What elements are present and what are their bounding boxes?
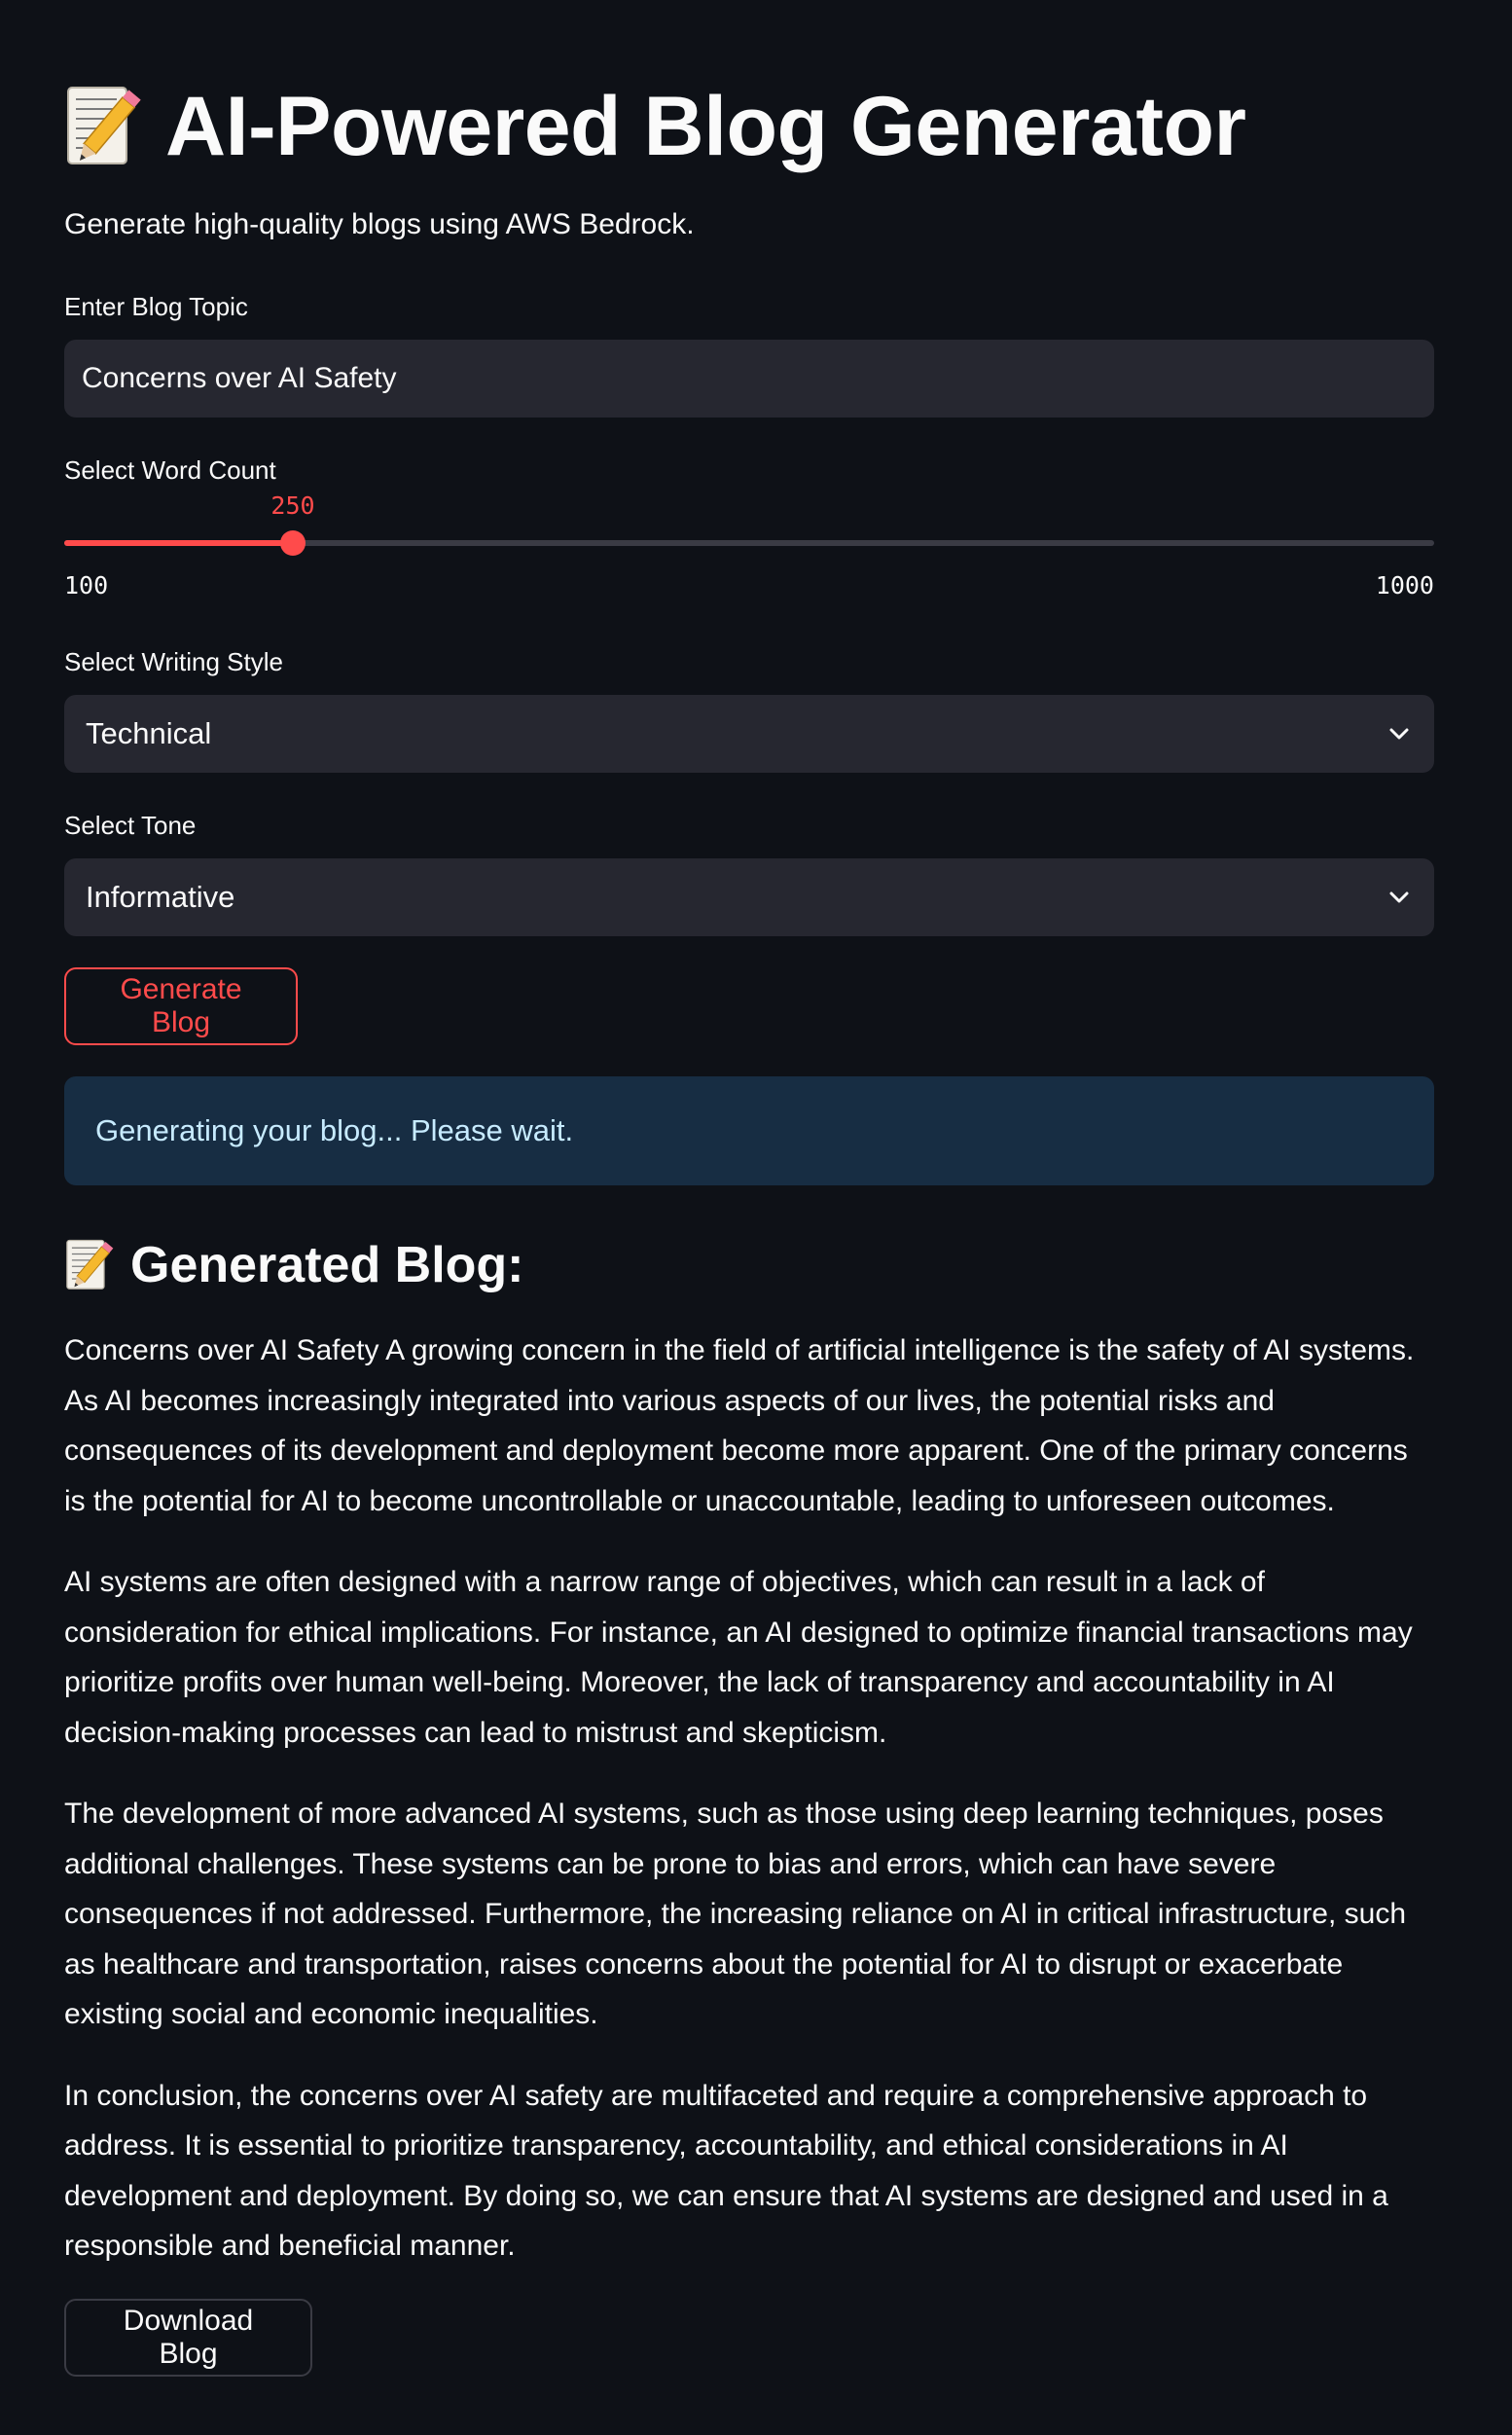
status-info-box: Generating your blog... Please wait. (64, 1076, 1434, 1185)
tone-value: Informative (86, 880, 235, 914)
generated-blog-heading-row: Generated Blog: (64, 1230, 524, 1300)
slider-track[interactable] (64, 530, 1434, 556)
blog-paragraph: The development of more advanced AI syst… (64, 1798, 1407, 2030)
blog-paragraph: Concerns over AI Safety A growing concer… (64, 1334, 1415, 1517)
word-count-slider[interactable]: 250 100 1000 (64, 491, 1434, 600)
slider-thumb[interactable] (280, 530, 306, 556)
writing-style-value: Technical (86, 716, 212, 750)
tone-label: Select Tone (64, 811, 197, 840)
word-count-label: Select Word Count (64, 455, 276, 485)
slider-value: 250 (270, 491, 315, 520)
tone-select[interactable]: Informative (64, 858, 1434, 936)
slider-max-label: 1000 (1375, 571, 1434, 600)
page-title: AI-Powered Blog Generator (165, 80, 1246, 173)
topic-label: Enter Blog Topic (64, 292, 248, 321)
writing-style-label: Select Writing Style (64, 647, 283, 676)
chevron-down-icon (1386, 884, 1413, 911)
slider-min-label: 100 (64, 571, 109, 600)
chevron-down-icon (1386, 720, 1413, 747)
generated-blog-heading: Generated Blog: (130, 1237, 524, 1293)
blog-paragraph: In conclusion, the concerns over AI safe… (64, 2079, 1388, 2263)
blog-content: Concerns over AI Safety A growing concer… (64, 1326, 1434, 2303)
memo-icon (64, 1238, 117, 1292)
blog-paragraph: AI systems are often designed with a nar… (64, 1566, 1413, 1749)
generate-blog-button[interactable]: Generate Blog (64, 967, 298, 1045)
download-blog-button[interactable]: Download Blog (64, 2299, 312, 2377)
slider-fill (64, 540, 293, 546)
page-subtitle: Generate high-quality blogs using AWS Be… (64, 208, 695, 240)
memo-icon (64, 84, 146, 169)
topic-input[interactable] (64, 340, 1434, 418)
writing-style-select[interactable]: Technical (64, 695, 1434, 773)
title-row: AI-Powered Blog Generator (64, 68, 1246, 185)
